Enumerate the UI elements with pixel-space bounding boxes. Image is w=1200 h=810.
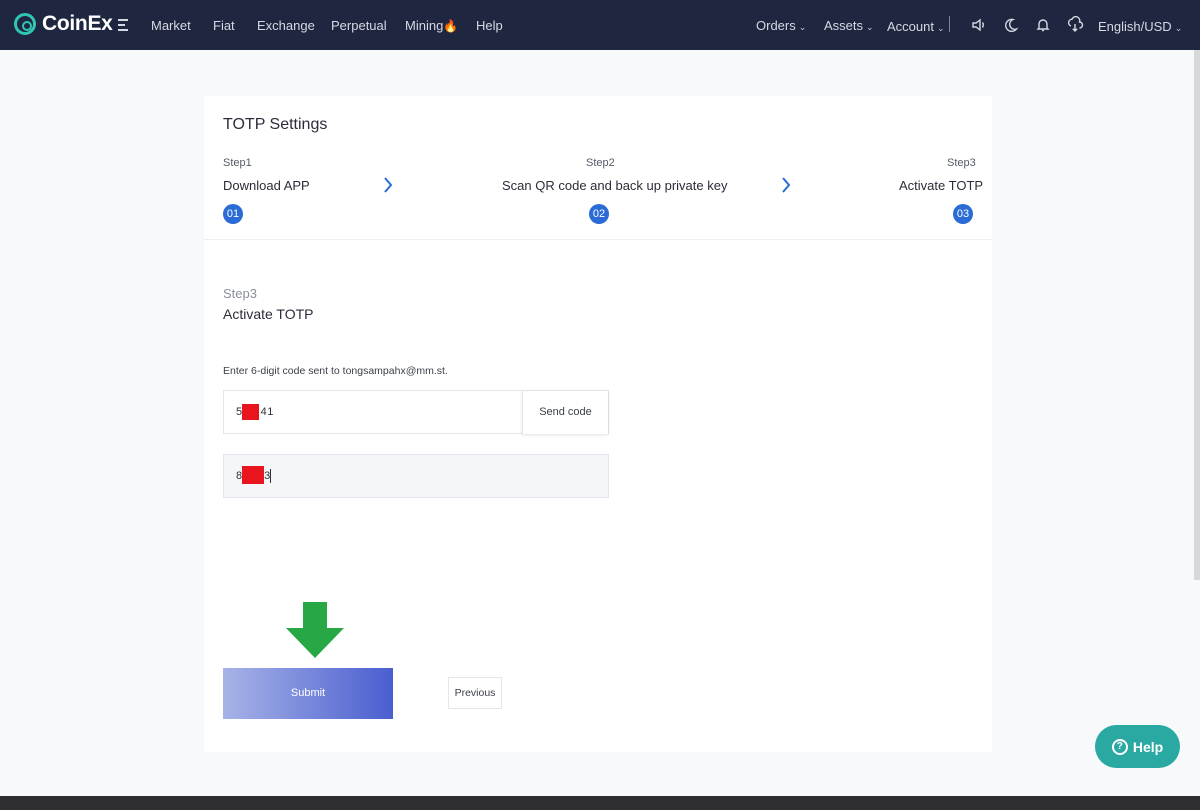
logo-icon xyxy=(14,13,36,35)
language-selector[interactable]: English/USD ⌄ xyxy=(1098,19,1182,34)
nav-account-label: Account xyxy=(887,19,934,34)
submit-button[interactable]: Submit xyxy=(223,668,393,719)
nav-mining[interactable]: Mining🔥 xyxy=(405,18,458,33)
chevron-right-icon xyxy=(780,176,792,194)
chevron-down-icon: ⌄ xyxy=(866,22,874,32)
question-icon: ? xyxy=(1111,738,1128,755)
step3-name: Activate TOTP xyxy=(899,178,984,193)
stepper: Step1 Download APP 01 Step2 Scan QR code… xyxy=(204,156,992,240)
page-scrollbar[interactable] xyxy=(1194,50,1200,580)
chevron-down-icon: ⌄ xyxy=(798,22,807,32)
step1-number: 01 xyxy=(223,204,243,224)
menu-icon[interactable] xyxy=(118,19,128,31)
previous-button[interactable]: Previous xyxy=(448,677,502,709)
section-step-label: Step3 xyxy=(223,286,257,301)
flame-icon: 🔥 xyxy=(443,19,459,33)
step2-number: 02 xyxy=(589,204,609,224)
top-navbar: CoinEx Market Fiat Exchange Perpetual Mi… xyxy=(0,0,1200,50)
stepper-divider xyxy=(204,239,992,240)
nav-fiat[interactable]: Fiat xyxy=(213,18,235,33)
bell-icon[interactable] xyxy=(1034,16,1052,34)
chevron-down-icon: ⌄ xyxy=(936,23,945,33)
page-title: TOTP Settings xyxy=(223,116,328,133)
nav-orders[interactable]: Orders ⌄ xyxy=(756,18,806,33)
help-button[interactable]: ? Help xyxy=(1095,725,1180,768)
nav-mining-label: Mining xyxy=(405,18,444,33)
totp-code-input[interactable]: 83 xyxy=(223,454,609,498)
sound-icon[interactable] xyxy=(970,16,988,34)
nav-account[interactable]: Account ⌄ xyxy=(887,19,945,34)
step3-label: Step3 xyxy=(947,157,976,169)
chevron-down-icon: ⌄ xyxy=(1174,23,1183,33)
step2-label: Step2 xyxy=(586,157,615,169)
step2-name: Scan QR code and back up private key xyxy=(502,178,728,193)
language-label: English/USD xyxy=(1098,19,1172,34)
help-label: Help xyxy=(1132,738,1164,755)
text-cursor xyxy=(270,469,271,483)
coinex-logo[interactable]: CoinEx xyxy=(14,12,113,36)
email-code-input[interactable]: 5 41 Send code xyxy=(223,390,609,434)
nav-exchange[interactable]: Exchange xyxy=(257,18,315,33)
nav-market[interactable]: Market xyxy=(151,18,191,33)
nav-orders-label: Orders xyxy=(756,18,796,33)
nav-perpetual[interactable]: Perpetual xyxy=(331,18,387,33)
footer xyxy=(0,796,1200,810)
nav-divider xyxy=(949,16,950,32)
email-code-suffix: 41 xyxy=(260,406,274,418)
nav-assets-label: Assets xyxy=(824,18,864,33)
nav-help[interactable]: Help xyxy=(476,18,503,33)
redaction-mark xyxy=(242,466,264,484)
totp-settings-card: TOTP Settings Step1 Download APP 01 Step… xyxy=(204,96,992,752)
section-title: Activate TOTP xyxy=(223,306,314,322)
step1-label: Step1 xyxy=(223,157,252,169)
send-code-button[interactable]: Send code xyxy=(522,391,608,434)
nav-assets[interactable]: Assets ⌄ xyxy=(824,18,874,33)
step1-name: Download APP xyxy=(223,178,310,193)
download-icon[interactable] xyxy=(1066,15,1084,34)
redaction-mark xyxy=(242,404,259,420)
email-code-hint: Enter 6-digit code sent to tongsampahx@m… xyxy=(223,365,448,377)
step3-number: 03 xyxy=(953,204,973,224)
moon-icon[interactable] xyxy=(1002,16,1020,34)
chevron-right-icon xyxy=(382,176,394,194)
arrow-down-icon xyxy=(286,602,344,658)
logo-text: CoinEx xyxy=(42,12,113,35)
